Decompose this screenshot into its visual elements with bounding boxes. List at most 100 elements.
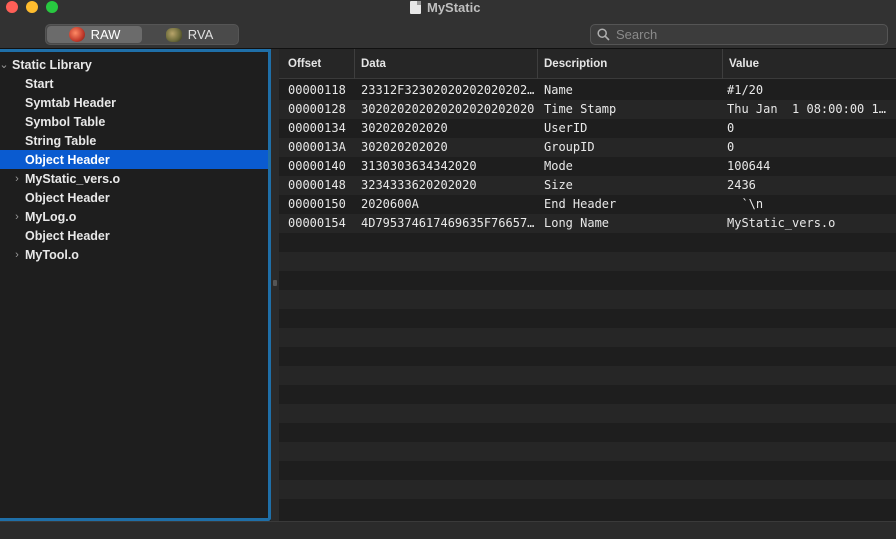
zoom-window-button[interactable] [46,1,58,13]
empty-table-row [279,309,896,328]
close-window-button[interactable] [6,1,18,13]
cell-description: Mode [544,159,573,173]
cell-value: 2436 [727,178,756,192]
sidebar-item[interactable]: Object Header [0,150,268,169]
cell-data: 3130303634342020 [361,159,477,173]
cell-description: Size [544,178,573,192]
column-header-offset[interactable]: Offset [279,49,352,79]
view-mode-segmented-control: RAW RVA [45,24,239,45]
cell-description: Time Stamp [544,102,617,116]
sidebar-item[interactable]: Symtab Header [0,93,268,112]
document-icon [410,0,421,14]
sidebar-item-label: Object Header [25,190,110,205]
table-row[interactable]: 00000150 2020600A End Header `\n [279,195,896,214]
detail-table: Offset Data Description Value 00000118 23… [279,49,896,519]
minimize-window-button[interactable] [26,1,38,13]
sidebar-item[interactable]: Symbol Table [0,112,268,131]
column-header-value[interactable]: Value [722,49,896,79]
disclosure-collapsed-icon[interactable]: › [12,249,22,261]
cell-description: GroupID [544,140,595,154]
sidebar-item[interactable]: › MyLog.o [0,207,268,226]
sidebar-item-label: MyLog.o [25,209,77,224]
column-header-data[interactable]: Data [354,49,537,79]
cell-offset: 00000118 [288,83,346,97]
table-row[interactable]: 00000134 302020202020 UserID 0 [279,119,896,138]
status-bar [0,521,896,539]
cell-data: 3234333620202020 [361,178,477,192]
title-bar: MyStatic RAW RVA [0,0,896,49]
cell-description: End Header [544,197,617,211]
empty-table-row [279,385,896,404]
cell-value: `\n [727,197,764,211]
sidebar-item-label: Object Header [25,228,110,243]
sidebar-item[interactable]: Start [0,74,268,93]
raw-mode-button[interactable]: RAW [47,26,142,43]
cell-data: 2020600A [361,197,419,211]
empty-table-row [279,461,896,480]
rva-icon [165,27,182,42]
cell-value: MyStatic_vers.o [727,216,836,230]
cell-offset: 00000148 [288,178,346,192]
cell-description: Long Name [544,216,610,230]
cell-offset: 00000150 [288,197,346,211]
sidebar-item[interactable]: String Table [0,131,268,150]
cell-data: 4D795374617469635F76657… [361,216,535,230]
cell-offset: 00000154 [288,216,346,230]
cell-data: 302020202020 [361,121,448,135]
cell-value: 100644 [727,159,771,173]
raw-mode-label: RAW [90,27,121,42]
disclosure-expanded-icon[interactable]: ⌄ [0,58,9,71]
sidebar-item[interactable]: › MyStatic_vers.o [0,169,268,188]
sidebar-item-label: Static Library [12,57,92,72]
table-row[interactable]: 00000148 3234333620202020 Size 2436 [279,176,896,195]
raw-icon [68,27,85,42]
cell-offset: 00000140 [288,159,346,173]
table-row[interactable]: 00000154 4D795374617469635F76657… Long Nam… [279,214,896,233]
disclosure-collapsed-icon[interactable]: › [12,173,22,185]
table-header: Offset Data Description Value [279,49,896,79]
empty-table-row [279,366,896,385]
search-input[interactable] [616,27,866,42]
empty-table-row [279,233,896,252]
empty-table-row [279,442,896,461]
sidebar-item[interactable]: › MyTool.o [0,245,268,264]
empty-table-row [279,347,896,366]
search-icon [597,28,610,41]
window-title-text: MyStatic [427,0,481,15]
sidebar-tree: ⌄ Static Library Start Symtab Header Symbol … [0,49,271,521]
table-row[interactable]: 00000128 302020202020202020202020 Time Sta… [279,100,896,119]
cell-value: Thu Jan 1 08:00:00 1… [727,102,886,116]
cell-description: UserID [544,121,588,135]
empty-table-row [279,290,896,309]
split-view-divider[interactable] [271,49,279,521]
sidebar-item-label: Start [25,76,54,91]
cell-data: 302020202020 [361,140,448,154]
cell-value: 0 [727,121,735,135]
empty-table-row [279,271,896,290]
empty-table-row [279,328,896,347]
sidebar-item[interactable]: ⌄ Static Library [0,55,268,74]
cell-data: 23312F32302020202020202… [361,83,535,97]
cell-value: #1/20 [727,83,764,97]
sidebar-item[interactable]: Object Header [0,188,268,207]
sidebar-item-label: Object Header [25,152,110,167]
cell-offset: 00000128 [288,102,346,116]
table-row[interactable]: 0000013A 302020202020 GroupID 0 [279,138,896,157]
rva-mode-button[interactable]: RVA [142,26,237,43]
cell-offset: 0000013A [288,140,346,154]
table-body: 00000118 23312F32302020202020202… Name #1/2… [279,79,896,499]
empty-table-row [279,252,896,271]
sidebar-item-label: MyStatic_vers.o [25,171,121,186]
empty-table-row [279,423,896,442]
window-title: MyStatic [410,0,481,15]
sidebar-item-label: String Table [25,133,97,148]
disclosure-collapsed-icon[interactable]: › [12,211,22,223]
divider-handle[interactable] [273,280,277,286]
sidebar-item[interactable]: Object Header [0,226,268,245]
sidebar-item-label: Symbol Table [25,114,106,129]
sidebar-item-label: Symtab Header [25,95,117,110]
table-row[interactable]: 00000140 3130303634342020 Mode 100644 [279,157,896,176]
search-field [590,24,888,45]
table-row[interactable]: 00000118 23312F32302020202020202… Name #1/2… [279,81,896,100]
column-header-description[interactable]: Description [537,49,722,79]
